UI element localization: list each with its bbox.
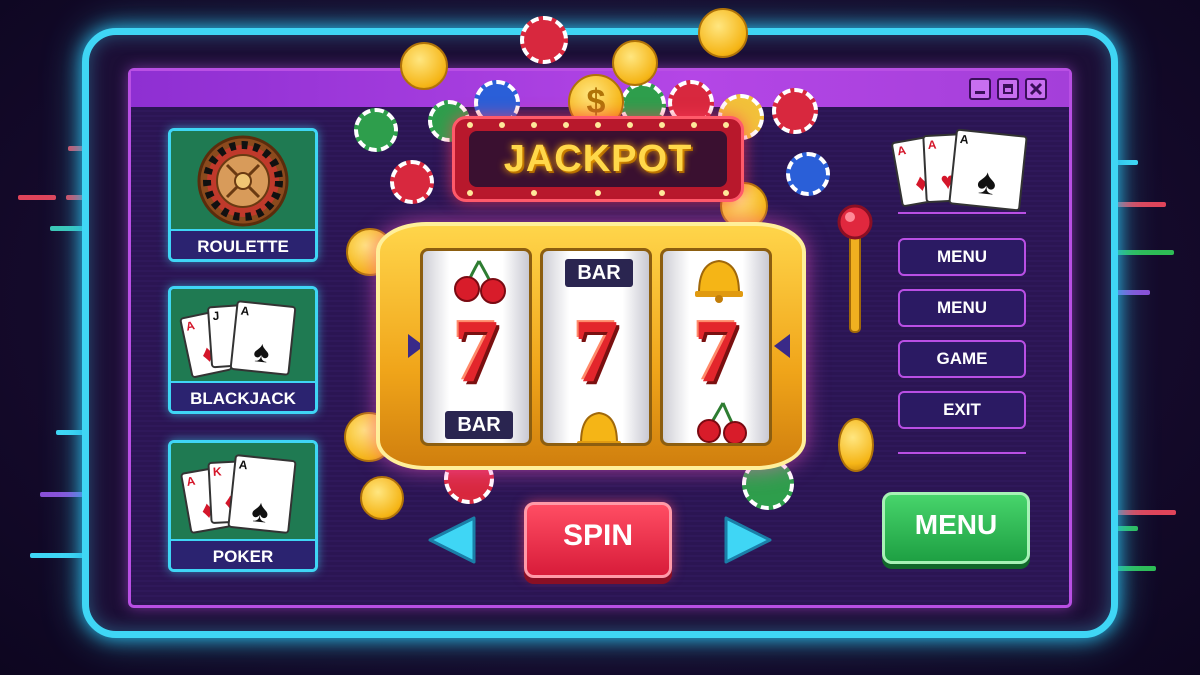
poker-cards-icon: A♦ K♦ A♠ (171, 443, 315, 539)
glitch-line (18, 195, 56, 200)
poker-chip (786, 152, 830, 196)
gold-coin (698, 8, 748, 58)
gold-coin (838, 418, 874, 472)
tile-label: POKER (171, 539, 315, 569)
reel-3: 7 (660, 248, 772, 446)
marquee-bulb (723, 122, 729, 128)
game-tile-roulette[interactable]: ROULETTE (168, 128, 318, 262)
next-arrow-button[interactable] (720, 512, 776, 568)
marquee-bulb (467, 122, 473, 128)
gold-coin (612, 40, 658, 86)
side-menu-button-1[interactable]: MENU (898, 238, 1026, 276)
green-menu-button[interactable]: MENU (882, 492, 1030, 564)
tile-label: ROULETTE (171, 229, 315, 259)
spin-button[interactable]: SPIN (524, 502, 672, 578)
tile-art (171, 131, 315, 229)
tile-label: BLACKJACK (171, 381, 315, 411)
marquee-bulb (723, 190, 729, 196)
cards-fan-icon: A ♦ A ♥ A ♠ (890, 124, 1040, 214)
marquee-bulb (499, 122, 505, 128)
gold-coin (360, 476, 404, 520)
game-button[interactable]: GAME (898, 340, 1026, 378)
marquee-bulb (595, 190, 601, 196)
card: A ♠ (227, 453, 297, 535)
cherries-icon (454, 260, 506, 304)
minimize-button[interactable] (969, 78, 991, 100)
cherries-icon (697, 402, 747, 443)
maximize-button[interactable] (997, 78, 1019, 100)
reel-1: 7 BAR (420, 248, 532, 446)
reel-symbol-bar: BAR (445, 411, 513, 439)
poker-chip (520, 16, 568, 64)
reel-2: BAR 7 (540, 248, 652, 446)
marquee-bulb (691, 122, 697, 128)
bell-icon (577, 411, 621, 443)
jackpot-title: JACKPOT (469, 131, 727, 187)
game-tile-blackjack[interactable]: A ♦ J A ♠ BLACKJACK (168, 286, 318, 414)
poker-chip (354, 108, 398, 152)
reel-symbol-bar: BAR (565, 259, 633, 287)
marquee-bulb (627, 122, 633, 128)
blackjack-cards-icon: A ♦ J A ♠ (171, 289, 315, 381)
minimize-icon (975, 91, 985, 94)
maximize-icon (1003, 84, 1013, 94)
poker-chip (772, 88, 818, 134)
divider (898, 452, 1026, 454)
game-tile-poker[interactable]: A♦ K♦ A♠ POKER (168, 440, 318, 572)
previous-arrow-button[interactable] (424, 512, 480, 568)
slot-lever[interactable] (826, 200, 886, 350)
bell-icon (695, 259, 743, 303)
marquee-bulb (531, 190, 537, 196)
poker-chip (390, 160, 434, 204)
close-button[interactable] (1025, 78, 1047, 100)
jackpot-sign: JACKPOT (452, 116, 744, 202)
reel-symbol-seven: 7 (693, 302, 739, 401)
reel-symbol-seven: 7 (453, 302, 499, 401)
marquee-bulb (563, 122, 569, 128)
marquee-bulb (531, 122, 537, 128)
reel-symbol-seven: 7 (573, 302, 619, 401)
side-menu-button-2[interactable]: MENU (898, 289, 1026, 327)
exit-button[interactable]: EXIT (898, 391, 1026, 429)
marquee-bulb (595, 122, 601, 128)
marquee-bulb (659, 190, 665, 196)
roulette-wheel-icon (197, 135, 289, 227)
card: A ♠ (229, 300, 297, 376)
close-icon (1029, 82, 1043, 96)
gold-coin (400, 42, 448, 90)
marquee-bulb (467, 190, 473, 196)
marquee-bulb (659, 122, 665, 128)
card: A ♠ (948, 128, 1028, 212)
reel-pointer-right (774, 334, 790, 358)
divider (898, 212, 1026, 214)
